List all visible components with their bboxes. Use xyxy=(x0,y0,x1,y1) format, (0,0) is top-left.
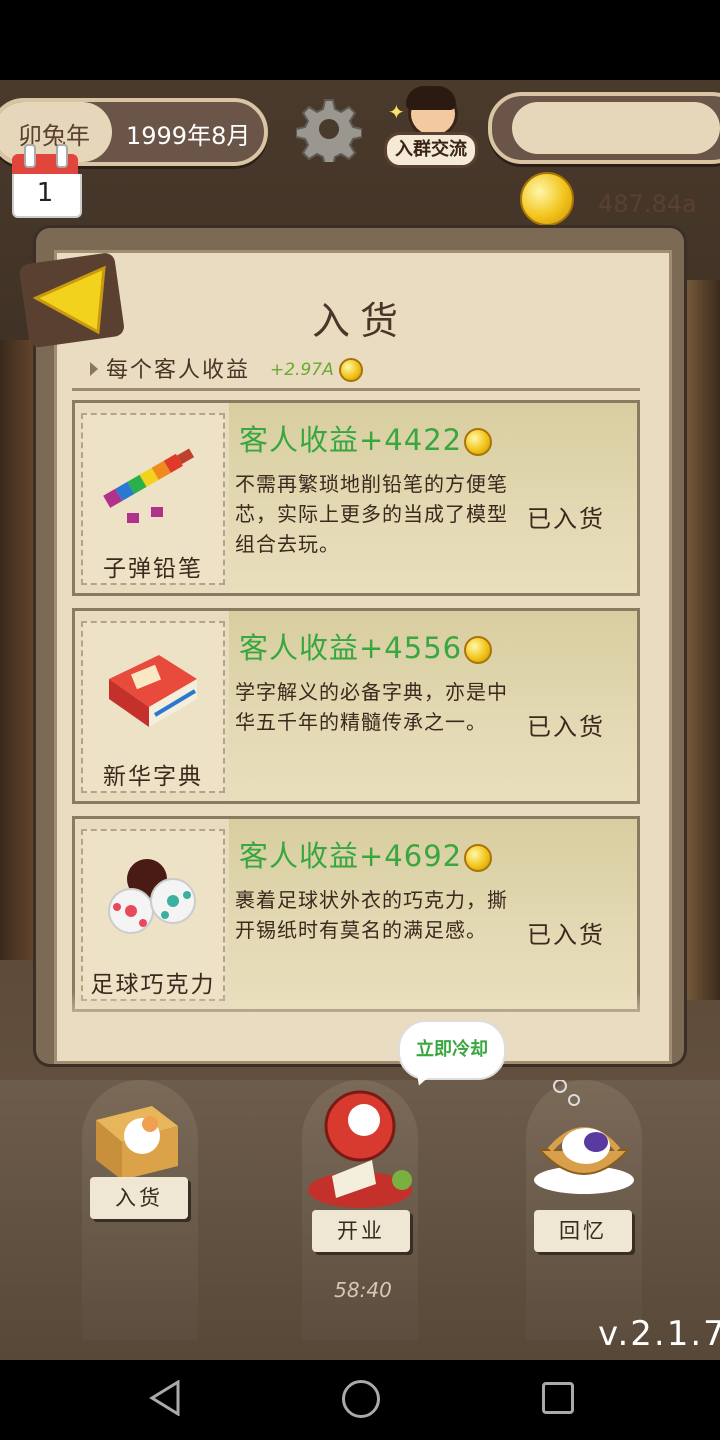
income-label: 每个客人收益 xyxy=(106,358,251,383)
gear-icon[interactable] xyxy=(295,96,363,167)
nav-recent-icon[interactable] xyxy=(542,1382,574,1414)
background-shelf-right xyxy=(684,280,720,1000)
income-per-customer: 每个客人收益 +2.97A xyxy=(72,352,640,391)
background-shelf-left xyxy=(0,340,40,960)
item-gain: 客人收益+4556 xyxy=(239,625,493,667)
coin-icon xyxy=(464,844,493,872)
calendar-icon[interactable]: 1 xyxy=(12,144,82,220)
coin-icon xyxy=(464,428,493,456)
dictionary-icon xyxy=(95,635,211,745)
game-screen: 卯兔年 1999年8月 1 ✦ 入群交流 487.84a 入货 每个客人收益 +… xyxy=(0,80,720,1360)
item-name: 子弹铅笔 xyxy=(103,556,203,582)
item-description: 学字解义的必备字典，亦是中华五千年的精髓传承之一。 xyxy=(235,680,508,734)
item-gain: 客人收益+4422 xyxy=(239,417,493,459)
group-chat-label: 入群交流 xyxy=(384,132,478,168)
shop-item-card[interactable]: 新华字典 客人收益+4556 学字解义的必备字典，亦是中华五千年的精髓传承之一。… xyxy=(72,608,640,804)
coin-icon xyxy=(464,636,493,664)
shopkeeper-icon xyxy=(308,1090,412,1208)
item-status: 已入货 xyxy=(527,713,605,741)
item-description: 不需再繁琐地削铅笔的方便笔芯，实际上更多的当成了模型组合去玩。 xyxy=(235,472,508,556)
memory-button[interactable]: 回忆 xyxy=(534,1210,632,1252)
football-chocolate-icon xyxy=(95,843,211,953)
income-value: +2.97A xyxy=(270,358,364,382)
group-chat-button[interactable]: ✦ 入群交流 xyxy=(382,86,478,170)
page-title: 入货 xyxy=(311,299,408,343)
version-label: v.2.1.7 xyxy=(598,1314,720,1354)
coin-amount: 487.84a xyxy=(598,190,697,218)
sparkle-icon: ✦ xyxy=(388,100,405,124)
cooldown-timer: 58:40 xyxy=(334,1278,392,1302)
cat-basket-icon xyxy=(534,1079,634,1194)
shop-item-card[interactable]: 子弹铅笔 客人收益+4422 不需再繁琐地削铅笔的方便笔芯，实际上更多的当成了模… xyxy=(72,400,640,596)
nav-back-icon[interactable] xyxy=(148,1380,182,1416)
coin-icon xyxy=(520,172,574,226)
nav-home-icon[interactable] xyxy=(342,1380,380,1418)
calendar-day: 1 xyxy=(36,178,54,208)
item-name: 新华字典 xyxy=(103,764,203,790)
coin-icon xyxy=(339,358,364,382)
open-business-button[interactable]: 开业 xyxy=(312,1210,410,1252)
item-status: 已入货 xyxy=(527,505,605,533)
coin-balance xyxy=(488,92,720,164)
system-nav-bar xyxy=(0,1360,720,1440)
stock-button[interactable]: 入货 xyxy=(90,1177,188,1219)
status-bar xyxy=(0,0,720,80)
cat-box-icon xyxy=(96,1106,178,1180)
item-description: 裹着足球状外衣的巧克力，撕开锡纸时有莫名的满足感。 xyxy=(235,888,508,942)
bullet-pencil-icon xyxy=(95,427,211,537)
item-status: 已入货 xyxy=(527,921,605,949)
game-date: 1999年8月 xyxy=(126,122,251,150)
shop-item-card[interactable]: 足球巧克力 客人收益+4692 裹着足球状外衣的巧克力，撕开锡纸时有莫名的满足感… xyxy=(72,816,640,1012)
item-gain: 客人收益+4692 xyxy=(239,833,493,875)
